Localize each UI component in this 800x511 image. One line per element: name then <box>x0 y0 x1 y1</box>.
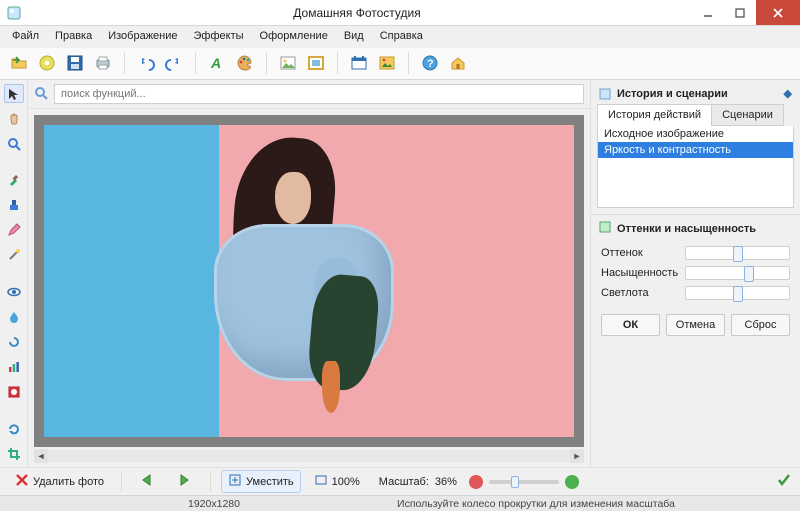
picture-icon[interactable] <box>275 50 301 76</box>
history-list[interactable]: Исходное изображение Яркость и контрастн… <box>597 126 794 208</box>
actual-size-icon <box>314 473 328 490</box>
prev-button[interactable] <box>132 470 164 493</box>
lightness-label: Светлота <box>601 287 677 299</box>
palette-icon[interactable] <box>232 50 258 76</box>
svg-text:?: ? <box>427 58 434 70</box>
delete-icon <box>15 473 29 490</box>
menu-decorate[interactable]: Оформление <box>254 28 334 44</box>
crop-tool-icon[interactable] <box>4 444 24 463</box>
disc-icon[interactable] <box>34 50 60 76</box>
menu-file[interactable]: Файл <box>6 28 45 44</box>
zoom-100-label: 100% <box>332 476 360 488</box>
saturation-label: Насыщенность <box>601 267 677 279</box>
left-toolbox <box>0 80 28 467</box>
hue-label: Оттенок <box>601 247 677 259</box>
levels-tool-icon[interactable] <box>4 357 24 376</box>
image-canvas[interactable] <box>34 115 584 447</box>
photo-content <box>44 125 574 437</box>
panel-collapse-icon[interactable]: ◆ <box>784 87 792 100</box>
minimize-button[interactable] <box>692 0 724 25</box>
menu-help[interactable]: Справка <box>374 28 429 44</box>
function-search-bar <box>28 80 590 109</box>
tab-history-actions[interactable]: История действий <box>597 104 712 126</box>
status-dimensions: 1920x1280 <box>188 498 240 510</box>
pointer-tool-icon[interactable] <box>4 84 24 103</box>
postcard-icon[interactable] <box>374 50 400 76</box>
swirl-tool-icon[interactable] <box>4 332 24 351</box>
history-row[interactable]: Яркость и контрастность <box>598 142 793 158</box>
calendar-icon[interactable] <box>346 50 372 76</box>
frame-icon[interactable] <box>303 50 329 76</box>
arrow-right-icon <box>175 473 193 490</box>
saturation-slider[interactable] <box>685 266 790 280</box>
rotate-tool-icon[interactable] <box>4 419 24 438</box>
history-row[interactable]: Исходное изображение <box>598 126 793 142</box>
status-bar: 1920x1280 Используйте колесо прокрутки д… <box>0 495 800 511</box>
clone-tool-icon[interactable] <box>4 196 24 215</box>
arrow-left-icon <box>139 473 157 490</box>
hsv-panel-title: Оттенки и насыщенность <box>617 223 756 235</box>
ok-button[interactable]: ОК <box>601 314 660 336</box>
search-icon <box>34 86 48 103</box>
effects-tool-icon[interactable] <box>4 382 24 401</box>
delete-photo-button[interactable]: Удалить фото <box>8 470 111 493</box>
next-button[interactable] <box>168 470 200 493</box>
hue-slider[interactable] <box>685 246 790 260</box>
history-panel-icon <box>599 88 611 100</box>
scale-label: Масштаб: <box>379 476 429 488</box>
droplet-tool-icon[interactable] <box>4 307 24 326</box>
fit-button[interactable]: Уместить <box>221 470 301 493</box>
right-panel: История и сценарии ◆ История действий Сц… <box>590 80 800 467</box>
brush-tool-icon[interactable] <box>4 171 24 190</box>
function-search-input[interactable] <box>54 84 584 104</box>
zoom-slider[interactable] <box>489 480 559 484</box>
svg-text:A: A <box>210 55 221 71</box>
bottom-bar: Удалить фото Уместить 100% Масштаб: 36% <box>0 467 800 495</box>
horizontal-scrollbar[interactable]: ◄ ► <box>34 449 584 463</box>
fit-icon <box>228 473 242 490</box>
title-bar: Домашняя Фотостудия <box>0 0 800 26</box>
menu-image[interactable]: Изображение <box>102 28 183 44</box>
save-icon[interactable] <box>62 50 88 76</box>
menu-effects[interactable]: Эффекты <box>188 28 250 44</box>
delete-photo-label: Удалить фото <box>33 476 104 488</box>
print-icon[interactable] <box>90 50 116 76</box>
hsv-panel-icon <box>599 221 611 236</box>
help-icon[interactable]: ? <box>417 50 443 76</box>
window-title: Домашняя Фотостудия <box>22 6 692 20</box>
zoom-tool-icon[interactable] <box>4 134 24 153</box>
cancel-button[interactable]: Отмена <box>666 314 725 336</box>
redo-icon[interactable] <box>161 50 187 76</box>
status-hint: Используйте колесо прокрутки для изменен… <box>280 498 792 510</box>
home-icon[interactable] <box>445 50 471 76</box>
text-icon[interactable]: A <box>204 50 230 76</box>
reset-button[interactable]: Сброс <box>731 314 790 336</box>
scroll-left-icon[interactable]: ◄ <box>34 449 48 463</box>
tab-scenarios[interactable]: Сценарии <box>711 104 784 126</box>
undo-icon[interactable] <box>133 50 159 76</box>
fit-label: Уместить <box>246 476 294 488</box>
close-button[interactable] <box>756 0 800 25</box>
wand-tool-icon[interactable] <box>4 246 24 265</box>
app-icon <box>6 5 22 21</box>
open-icon[interactable] <box>6 50 32 76</box>
center-area: ◄ ► <box>28 80 590 467</box>
menu-view[interactable]: Вид <box>338 28 370 44</box>
zoom-in-icon[interactable] <box>565 475 579 489</box>
main-toolbar: A ? <box>0 48 800 80</box>
pencil-tool-icon[interactable] <box>4 221 24 240</box>
scale-value: 36% <box>435 476 457 488</box>
menu-edit[interactable]: Правка <box>49 28 98 44</box>
eye-tool-icon[interactable] <box>4 282 24 301</box>
lightness-slider[interactable] <box>685 286 790 300</box>
zoom-out-icon[interactable] <box>469 475 483 489</box>
history-panel-title: История и сценарии <box>617 88 728 100</box>
menu-bar: Файл Правка Изображение Эффекты Оформлен… <box>0 26 800 48</box>
maximize-button[interactable] <box>724 0 756 25</box>
scroll-right-icon[interactable]: ► <box>570 449 584 463</box>
zoom-100-button[interactable]: 100% <box>307 470 367 493</box>
hand-tool-icon[interactable] <box>4 109 24 128</box>
apply-check-icon[interactable] <box>776 472 792 491</box>
